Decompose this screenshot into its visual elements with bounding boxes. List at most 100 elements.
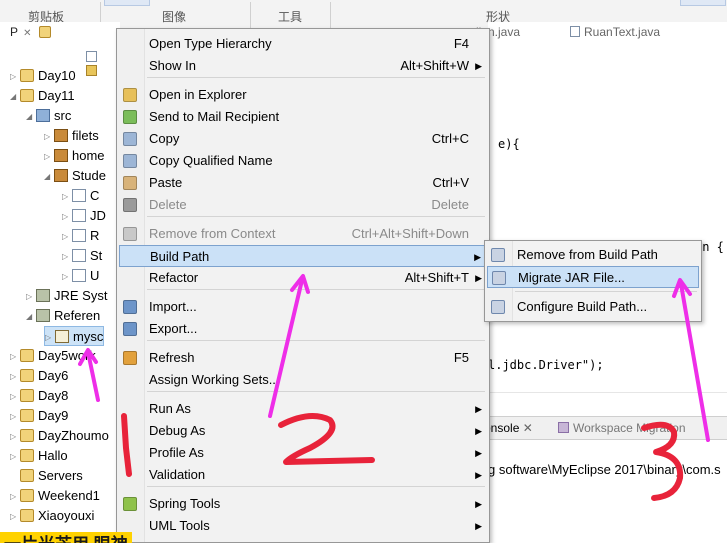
collapsed-arrow-icon[interactable]: ▷ xyxy=(10,67,20,87)
tree-item[interactable]: ▷ Day8 xyxy=(10,386,68,406)
menu-item-build-path[interactable]: Build Path ▶ xyxy=(119,245,487,267)
menu-item-copy-qualified-name[interactable]: Copy Qualified Name xyxy=(119,150,487,172)
menu-item-refactor[interactable]: Refactor Alt+Shift+T ▶ xyxy=(119,267,487,289)
tree-item[interactable]: ▷ Xiaoyouxi xyxy=(10,506,94,526)
tree-item[interactable]: ▷ filets xyxy=(44,126,99,146)
menu-item-shortcut: F4 xyxy=(453,36,469,51)
menu-item-open-in-explorer[interactable]: Open in Explorer xyxy=(119,84,487,106)
collapsed-arrow-icon[interactable]: ▷ xyxy=(10,447,20,467)
submenu-item-label: Remove from Build Path xyxy=(517,247,658,262)
menu-item-remove-from-context[interactable]: Remove from Context Ctrl+Alt+Shift+Down xyxy=(119,223,487,245)
collapsed-arrow-icon[interactable]: ▷ xyxy=(62,227,72,247)
tree-item[interactable]: ▷ St xyxy=(62,246,102,266)
collapsed-arrow-icon[interactable]: ▷ xyxy=(62,267,72,287)
tree-item[interactable]: ◢ src xyxy=(26,106,71,126)
ribbon-group-image[interactable]: 图像 xyxy=(162,8,186,25)
collapsed-arrow-icon[interactable]: ▷ xyxy=(62,247,72,267)
tree-item-label: Day10 xyxy=(38,68,76,83)
hierarchy-icon[interactable] xyxy=(38,25,51,38)
tree-item[interactable]: ▷ Day5work xyxy=(10,346,96,366)
tree-item[interactable]: ▷ mysc xyxy=(44,326,105,348)
collapsed-arrow-icon[interactable]: ▷ xyxy=(45,328,55,348)
tree-item-label: JRE Syst xyxy=(54,288,108,303)
collapsed-arrow-icon[interactable]: ▷ xyxy=(10,367,20,387)
java-file-icon xyxy=(72,249,86,263)
expanded-arrow-icon[interactable]: ◢ xyxy=(26,107,36,127)
source-folder-icon xyxy=(36,109,50,123)
library-icon xyxy=(36,289,50,303)
context-menu: Open Type Hierarchy F4 Show In Alt+Shift+W ▶… xyxy=(116,28,490,543)
ribbon-group-tools[interactable]: 工具 xyxy=(278,8,302,25)
expanded-arrow-icon[interactable]: ◢ xyxy=(44,167,54,187)
menu-item-import[interactable]: Import... xyxy=(119,296,487,318)
menu-item-run-as[interactable]: Run As ▶ xyxy=(119,398,487,420)
menu-item-spring-tools[interactable]: Spring Tools ▶ xyxy=(119,493,487,515)
project-icon xyxy=(20,349,34,363)
collapsed-arrow-icon[interactable]: ▷ xyxy=(44,127,54,147)
menu-item-label: Copy Qualified Name xyxy=(149,153,273,168)
tree-item[interactable]: ▷ Weekend1 xyxy=(10,486,100,506)
submenu-item-configure-build-path[interactable]: Configure Build Path... xyxy=(487,296,699,318)
tree-item[interactable]: ▷ Day10 xyxy=(10,66,76,86)
tree-item[interactable]: ▷ U xyxy=(62,266,99,286)
tree-item[interactable]: ▷ R xyxy=(62,226,99,246)
ribbon-button[interactable] xyxy=(104,0,150,6)
menu-item-refresh[interactable]: Refresh F5 xyxy=(119,347,487,369)
tree-item[interactable]: ◢ Stude xyxy=(44,166,106,186)
tab-console[interactable]: onsole ✕ xyxy=(484,421,533,435)
collapsed-arrow-icon[interactable]: ▷ xyxy=(10,407,20,427)
collapsed-arrow-icon[interactable]: ▷ xyxy=(10,507,20,527)
menu-item-label: Remove from Context xyxy=(149,226,276,241)
submenu-item-remove-from-build-path[interactable]: Remove from Build Path xyxy=(487,244,699,266)
tree-item[interactable]: ▷ home xyxy=(44,146,105,166)
menu-item-paste[interactable]: Paste Ctrl+V xyxy=(119,172,487,194)
tab-workspace-migration[interactable]: Workspace Migration xyxy=(558,421,686,435)
submenu-arrow-icon: ▶ xyxy=(475,273,482,283)
menu-item-profile-as[interactable]: Profile As ▶ xyxy=(119,442,487,464)
menu-item-uml-tools[interactable]: UML Tools ▶ xyxy=(119,515,487,537)
collapsed-arrow-icon[interactable]: ▷ xyxy=(10,387,20,407)
tree-item[interactable]: ▷ Hallo xyxy=(10,446,68,466)
collapsed-arrow-icon[interactable]: ▷ xyxy=(44,147,54,167)
expanded-arrow-icon[interactable]: ◢ xyxy=(26,307,36,327)
tree-item-label: Referen xyxy=(54,308,101,323)
menu-item-send-to-mail-recipient[interactable]: Send to Mail Recipient xyxy=(119,106,487,128)
collapsed-arrow-icon[interactable]: ▷ xyxy=(62,207,72,227)
tree-item[interactable]: ◢ Referen xyxy=(26,306,100,326)
collapsed-arrow-icon[interactable]: ▷ xyxy=(10,347,20,367)
tree-item[interactable]: ▷ JD xyxy=(62,206,106,226)
tab-editor-file[interactable]: RuanText.java xyxy=(570,25,660,39)
collapsed-arrow-icon[interactable]: ▷ xyxy=(62,187,72,207)
collapsed-arrow-icon[interactable]: ▷ xyxy=(10,487,20,507)
tree-item[interactable]: ▷ C xyxy=(62,186,99,206)
menu-item-copy[interactable]: Copy Ctrl+C xyxy=(119,128,487,150)
code-editor[interactable]: lian.java RuanText.java e){ on { l.jdbc.… xyxy=(476,22,727,402)
tree-item[interactable]: ◢ Day11 xyxy=(10,86,75,106)
library-icon xyxy=(36,309,50,323)
collapse-all-icon[interactable] xyxy=(86,51,97,63)
tree-item[interactable]: ▷ JRE Syst xyxy=(26,286,107,306)
expanded-arrow-icon[interactable]: ◢ xyxy=(10,87,20,107)
migrate-jar-icon xyxy=(492,271,506,285)
tab-package-explorer[interactable]: P ✕ xyxy=(10,25,55,39)
tree-item[interactable]: ▷ Day9 xyxy=(10,406,68,426)
tree-item[interactable]: Servers xyxy=(10,466,83,486)
collapsed-arrow-icon[interactable]: ▷ xyxy=(26,287,36,307)
collapsed-arrow-icon[interactable]: ▷ xyxy=(10,427,20,447)
menu-item-validation[interactable]: Validation ▶ xyxy=(119,464,487,486)
remove-build-path-icon xyxy=(491,248,505,262)
menu-item-assign-working-sets[interactable]: Assign Working Sets... xyxy=(119,369,487,391)
menu-item-open-type-hierarchy[interactable]: Open Type Hierarchy F4 xyxy=(119,33,487,55)
menu-item-debug-as[interactable]: Debug As ▶ xyxy=(119,420,487,442)
submenu-item-label: Configure Build Path... xyxy=(517,299,648,314)
menu-item-show-in[interactable]: Show In Alt+Shift+W ▶ xyxy=(119,55,487,77)
submenu-item-migrate-jar-file[interactable]: Migrate JAR File... xyxy=(487,266,699,288)
copy-qualified-icon xyxy=(123,154,137,168)
menu-item-export[interactable]: Export... xyxy=(119,318,487,340)
tree-item[interactable]: ▷ DayZhoumo xyxy=(10,426,109,446)
build-path-submenu: Remove from Build Path Migrate JAR File..… xyxy=(484,240,702,322)
menu-item-delete[interactable]: Delete Delete xyxy=(119,194,487,216)
link-editor-icon[interactable] xyxy=(86,65,97,77)
ribbon-button[interactable] xyxy=(680,0,726,6)
tree-item[interactable]: ▷ Day6 xyxy=(10,366,68,386)
